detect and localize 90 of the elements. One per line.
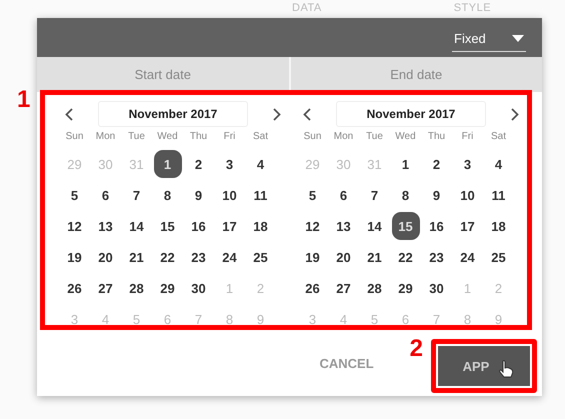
weekday-label: Mon: [332, 131, 354, 144]
day-cell[interactable]: 9: [184, 181, 212, 209]
weekday-label: Wed: [156, 131, 179, 144]
day-cell[interactable]: 20: [92, 243, 120, 271]
day-cell[interactable]: 28: [360, 274, 388, 302]
day-cell[interactable]: 27: [330, 274, 358, 302]
day-cell[interactable]: 5: [298, 181, 326, 209]
day-cell[interactable]: 1: [154, 150, 182, 178]
day-cell[interactable]: 12: [298, 212, 326, 240]
weekday-label: Thu: [188, 131, 208, 144]
weekday-label: Fri: [222, 131, 236, 144]
day-cell[interactable]: 4: [246, 150, 274, 178]
day-cell[interactable]: 25: [246, 243, 274, 271]
day-cell[interactable]: 6: [92, 181, 120, 209]
column-header: End date: [288, 57, 542, 92]
annotation-number: 2: [410, 337, 423, 361]
day-cell[interactable]: 19: [60, 243, 88, 271]
day-cell[interactable]: 14: [122, 212, 150, 240]
next-month-icon[interactable]: [273, 108, 281, 120]
day-cell[interactable]: 9: [422, 181, 450, 209]
day-cell[interactable]: 1: [392, 150, 420, 178]
day-cell[interactable]: 29: [154, 274, 182, 302]
day-cell[interactable]: 18: [484, 212, 512, 240]
month-selector[interactable]: November 2017: [98, 101, 248, 127]
day-cell[interactable]: 14: [360, 212, 388, 240]
day-cell[interactable]: 17: [454, 212, 482, 240]
weekday-label: Sun: [302, 131, 322, 144]
day-cell[interactable]: 21: [122, 243, 150, 271]
day-cell[interactable]: 2: [422, 150, 450, 178]
day-cell[interactable]: 30: [422, 274, 450, 302]
day-cell[interactable]: 16: [422, 212, 450, 240]
day-cell[interactable]: 11: [484, 181, 512, 209]
day-cell[interactable]: 5: [60, 181, 88, 209]
day-cell[interactable]: 8: [154, 181, 182, 209]
day-cell[interactable]: 15: [154, 212, 182, 240]
day-cell[interactable]: 22: [154, 243, 182, 271]
day-cell[interactable]: 7: [360, 181, 388, 209]
day-cell[interactable]: 24: [216, 243, 244, 271]
caret-icon: [512, 35, 524, 42]
day-cell[interactable]: 19: [298, 243, 326, 271]
range-dropdown[interactable]: Fixed: [452, 29, 526, 52]
day-cell[interactable]: 13: [330, 212, 358, 240]
day-cell[interactable]: 10: [216, 181, 244, 209]
background-tab-label: DATA: [292, 2, 322, 16]
previous-month-icon[interactable]: [65, 108, 73, 120]
day-cell[interactable]: 21: [360, 243, 388, 271]
month-selector[interactable]: November 2017: [336, 101, 486, 127]
day-cell[interactable]: 7: [122, 181, 150, 209]
day-cell[interactable]: 20: [330, 243, 358, 271]
day-cell[interactable]: 3: [454, 150, 482, 178]
day-cell[interactable]: 26: [60, 274, 88, 302]
day-cell[interactable]: 23: [184, 243, 212, 271]
day-cell[interactable]: 12: [60, 212, 88, 240]
weekday-label: Mon: [94, 131, 116, 144]
day-cell[interactable]: 29: [392, 274, 420, 302]
next-month-icon[interactable]: [511, 108, 519, 120]
weekday-label: Wed: [394, 131, 417, 144]
day-cell[interactable]: 17: [216, 212, 244, 240]
day-cell[interactable]: 22: [392, 243, 420, 271]
apply-button[interactable]: APP: [438, 346, 530, 386]
weekday-label: Sat: [252, 131, 269, 144]
weekday-label: Sat: [490, 131, 507, 144]
hand-cursor-icon: [498, 360, 514, 378]
day-cell[interactable]: 2: [184, 150, 212, 178]
day-cell[interactable]: 30: [184, 274, 212, 302]
annotation-number: 1: [17, 88, 30, 112]
day-cell[interactable]: 28: [122, 274, 150, 302]
day-cell[interactable]: 23: [422, 243, 450, 271]
day-cell[interactable]: 24: [454, 243, 482, 271]
previous-month-icon[interactable]: [303, 108, 311, 120]
background-tab-label: STYLE: [454, 2, 492, 16]
day-cell[interactable]: 27: [92, 274, 120, 302]
day-cell[interactable]: 15: [392, 212, 420, 240]
weekday-label: Tue: [365, 131, 384, 144]
day-cell[interactable]: 4: [484, 150, 512, 178]
day-cell[interactable]: 10: [454, 181, 482, 209]
weekday-label: Fri: [460, 131, 474, 144]
day-cell[interactable]: 16: [184, 212, 212, 240]
day-cell[interactable]: 26: [298, 274, 326, 302]
day-cell[interactable]: 13: [92, 212, 120, 240]
column-header: Start date: [134, 66, 192, 84]
day-cell[interactable]: 11: [246, 181, 274, 209]
weekday-label: Tue: [127, 131, 146, 144]
day-cell[interactable]: 6: [330, 181, 358, 209]
weekday-label: Sun: [64, 131, 84, 144]
day-cell[interactable]: 3: [216, 150, 244, 178]
day-cell[interactable]: 18: [246, 212, 274, 240]
weekday-label: Thu: [426, 131, 446, 144]
day-cell[interactable]: 8: [392, 181, 420, 209]
day-cell[interactable]: 25: [484, 243, 512, 271]
